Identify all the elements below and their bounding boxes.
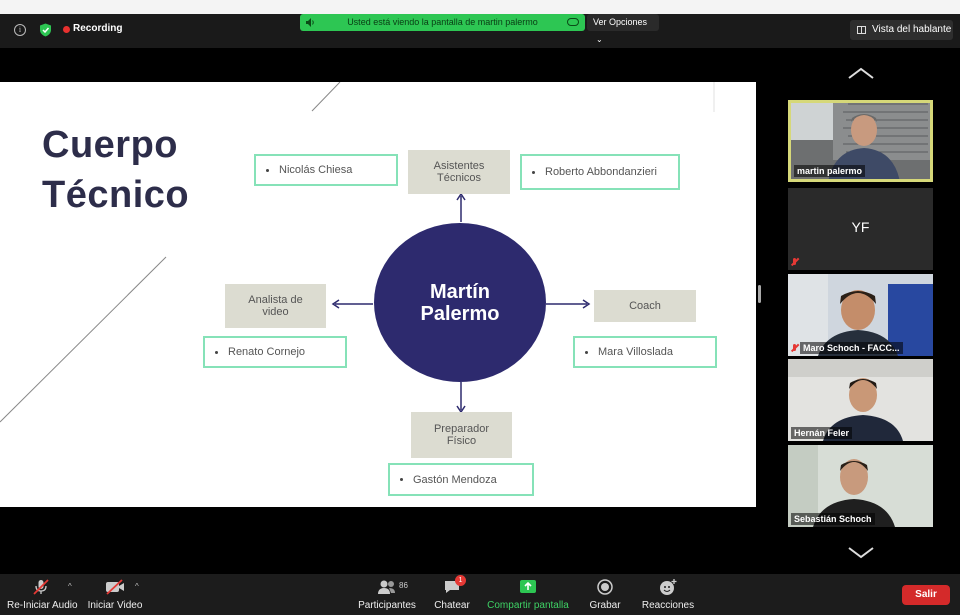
screen-share-banner: Usted está viendo la pantalla de martin …	[300, 14, 585, 31]
asistentes-box: Asistentes Técnicos	[408, 150, 510, 194]
speaker-view-label: Vista del hablante	[872, 24, 952, 35]
exit-button[interactable]: Salir	[902, 585, 950, 605]
muted-mic-icon	[790, 258, 798, 266]
video-tile-hernan-feler[interactable]: Hernán Feler	[788, 359, 933, 441]
coach-name-box: Mara Villoslada	[573, 336, 717, 368]
coach-label: Coach	[629, 300, 661, 312]
video-tile-martin-palermo[interactable]: martin palermo	[788, 100, 933, 182]
asistente-right-box: Roberto Abbondanzieri	[520, 154, 680, 190]
speaker-view-button[interactable]: Vista del hablante	[850, 20, 953, 40]
tile-name: Sebastián Schoch	[791, 513, 875, 525]
slide-title-line1: Cuerpo	[42, 124, 178, 166]
analista-name: Renato Cornejo	[228, 346, 306, 358]
smiley-add-icon	[660, 579, 677, 595]
video-tile-maro-schoch[interactable]: Maro Schoch - FACC...	[788, 274, 933, 356]
cloud-icon	[567, 18, 579, 26]
slide-title-line2: Técnico	[42, 174, 190, 216]
share-screen-button[interactable]: Compartir pantalla	[486, 578, 570, 611]
participants-button[interactable]: 86 Participantes	[356, 578, 418, 611]
analista-name-box: Renato Cornejo	[203, 336, 347, 368]
tile-name: martin palermo	[794, 165, 866, 177]
meeting-toolbar	[0, 574, 960, 615]
camera-off-icon	[106, 579, 124, 595]
chat-button[interactable]: 1 Chatear	[432, 575, 472, 611]
asistentes-label: Asistentes Técnicos	[433, 160, 485, 184]
preparador-name-box: Gastón Mendoza	[388, 463, 534, 496]
analista-label: Analista de video	[248, 294, 303, 318]
view-options-button[interactable]: Ver Opciones ⌄	[587, 14, 659, 44]
tile-name: Hernán Feler	[791, 427, 853, 439]
record-button[interactable]: Grabar	[586, 578, 624, 611]
video-caret-icon[interactable]: ^	[135, 582, 139, 591]
chevron-down-icon: ⌄	[596, 35, 603, 44]
audio-label: Re-Iniciar Audio	[7, 600, 78, 611]
reactions-button[interactable]: Reacciones	[641, 578, 695, 611]
participants-icon: 86	[377, 578, 408, 596]
top-strip	[0, 0, 960, 14]
microphone-muted-icon	[33, 579, 49, 595]
audio-button[interactable]: Re-Iniciar Audio	[7, 578, 78, 611]
view-options-label: Ver Opciones	[593, 17, 648, 27]
share-banner-text: Usted está viendo la pantalla de martin …	[347, 17, 538, 27]
chat-icon: 1	[443, 575, 466, 596]
analista-box: Analista de video	[225, 284, 326, 328]
coach-box: Coach	[594, 290, 696, 322]
record-icon	[597, 579, 613, 595]
shared-slide: Cuerpo Técnico Asistentes Técnicos Nicol…	[0, 82, 756, 507]
asistente-left-name: Nicolás Chiesa	[279, 164, 353, 176]
center-line1: Martín	[430, 280, 490, 303]
shield-icon[interactable]	[39, 23, 52, 37]
chat-badge: 1	[455, 575, 466, 586]
preparador-name: Gastón Mendoza	[413, 473, 497, 486]
tile-name: Maro Schoch - FACC...	[800, 342, 903, 354]
tile-initials: YF	[851, 219, 870, 235]
video-tile-sebastian-schoch[interactable]: Sebastián Schoch	[788, 445, 933, 527]
center-line2: Palermo	[420, 302, 500, 325]
share-screen-icon	[520, 580, 536, 593]
chevron-down-icon[interactable]	[848, 546, 874, 560]
video-label: Iniciar Video	[87, 600, 143, 611]
asistente-left-box: Nicolás Chiesa	[254, 154, 398, 186]
recording-label: Recording	[73, 23, 123, 34]
asistente-right-name: Roberto Abbondanzieri	[545, 166, 657, 178]
chat-label: Chatear	[434, 600, 470, 611]
record-label: Grabar	[589, 600, 621, 611]
info-icon[interactable]: i	[14, 24, 26, 36]
decor-line-top	[311, 82, 341, 112]
preparador-label: Preparador Físico	[433, 423, 490, 447]
decor-line-left	[0, 256, 167, 423]
chevron-up-icon[interactable]	[848, 66, 874, 80]
reactions-label: Reacciones	[641, 600, 695, 611]
split-handle[interactable]	[758, 285, 761, 303]
share-screen-label: Compartir pantalla	[487, 600, 569, 611]
participants-label: Participantes	[358, 600, 416, 611]
recording-dot-icon	[63, 26, 70, 33]
center-circle: Martín Palermo	[374, 223, 546, 382]
video-tile-yf[interactable]: YF	[788, 188, 933, 270]
coach-name: Mara Villoslada	[598, 346, 674, 358]
participants-count: 86	[399, 581, 408, 590]
preparador-box: Preparador Físico	[411, 412, 512, 458]
grid-icon	[857, 26, 866, 34]
audio-caret-icon[interactable]: ^	[68, 582, 72, 591]
muted-mic-icon	[790, 344, 798, 352]
